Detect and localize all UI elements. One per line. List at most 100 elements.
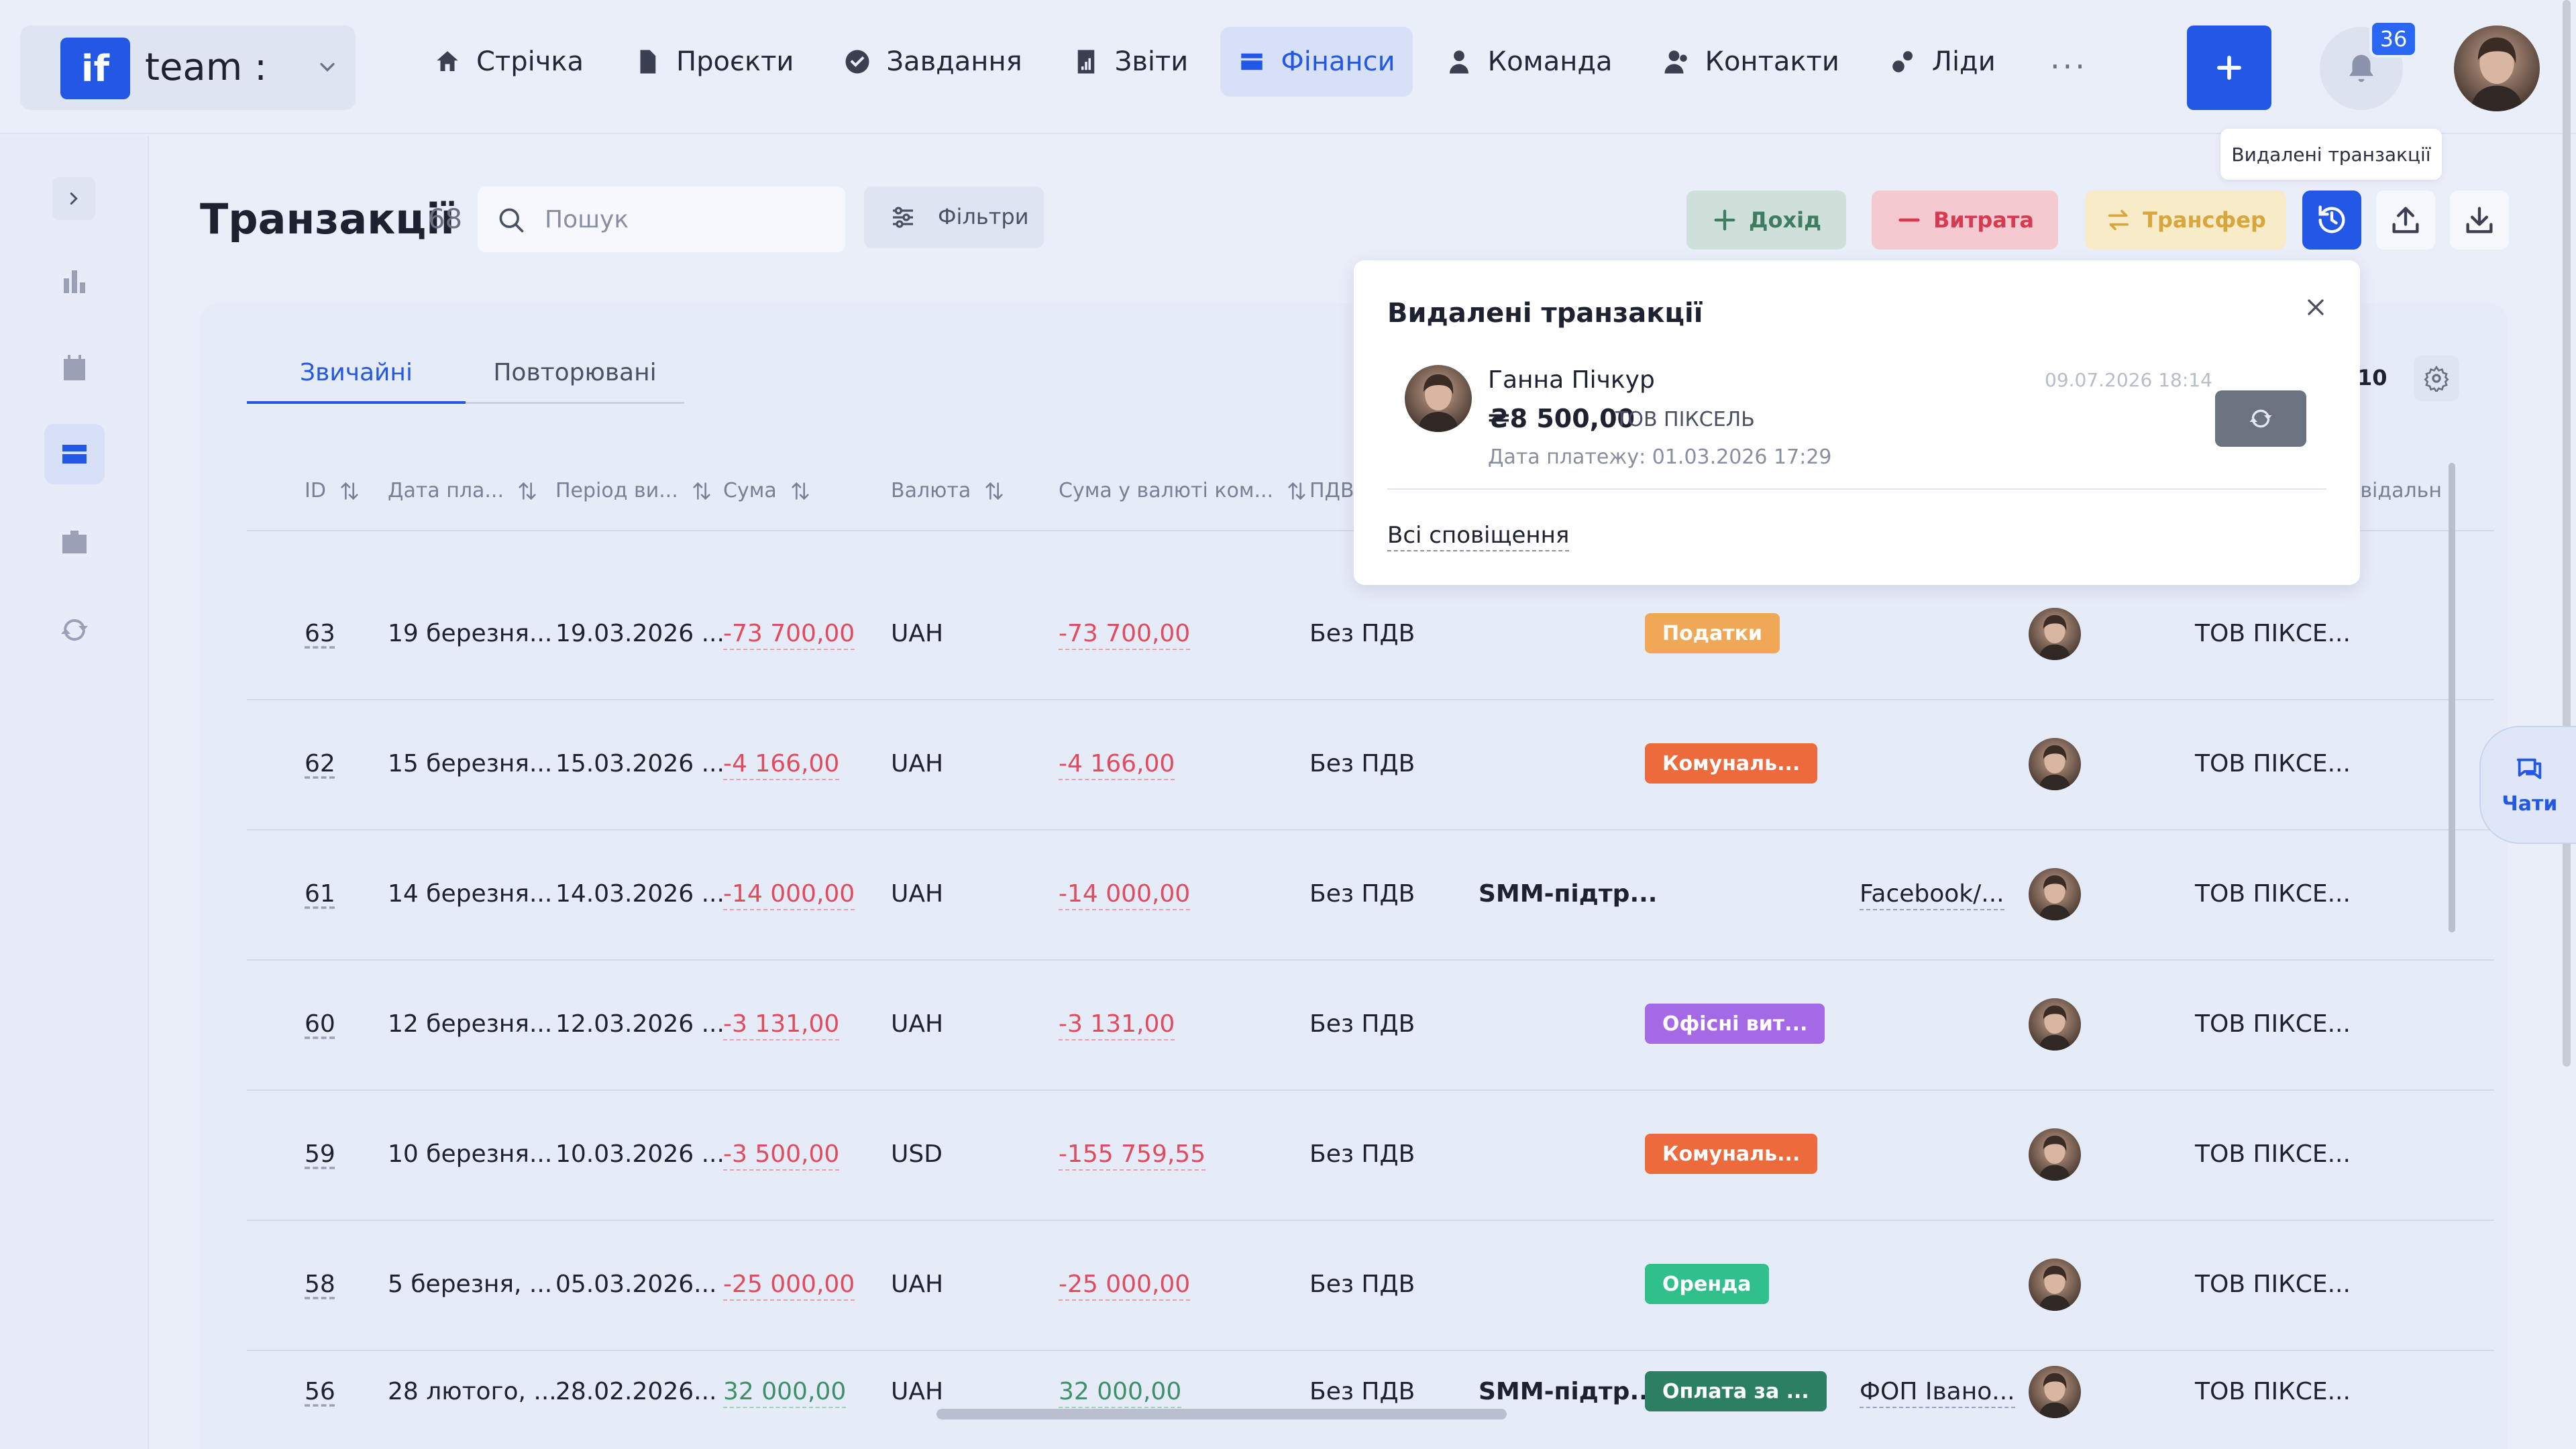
download-button[interactable] bbox=[2450, 191, 2509, 250]
table-settings-button[interactable] bbox=[2414, 356, 2459, 401]
column-header-company-sum[interactable]: Сума у валюті ком... bbox=[1059, 479, 1308, 502]
transaction-id[interactable]: 60 bbox=[305, 1010, 335, 1038]
table-row[interactable]: 58 5 березня, ... 05.03.2026... -25 000,00 U… bbox=[247, 1221, 2494, 1351]
nav-label: Контакти bbox=[1705, 46, 1839, 77]
add-income-button[interactable]: Дохід bbox=[1686, 191, 1846, 250]
nav-item-leads[interactable]: Ліди bbox=[1872, 27, 2013, 97]
column-header-vat[interactable]: ПДВ bbox=[1309, 479, 1354, 502]
amount-company-currency[interactable]: -25 000,00 bbox=[1059, 1271, 1191, 1301]
notifications-badge: 36 bbox=[2369, 20, 2418, 58]
sidebar-item-analytics[interactable] bbox=[44, 251, 105, 311]
deleted-transactions-button[interactable] bbox=[2302, 191, 2361, 250]
table-row[interactable]: 61 14 березня... 14.03.2026 ... -14 000,00 U… bbox=[247, 830, 2494, 961]
avatar bbox=[2029, 868, 2081, 920]
tab-regular[interactable]: Звичайні bbox=[247, 343, 466, 404]
page-title: Транзакції bbox=[200, 195, 455, 244]
transaction-id[interactable]: 58 bbox=[305, 1271, 335, 1298]
upload-button[interactable] bbox=[2376, 191, 2435, 250]
deleted-amount: ₴8 500,00 bbox=[1488, 404, 1635, 433]
amount-company-currency[interactable]: -3 131,00 bbox=[1059, 1010, 1175, 1040]
column-header-id[interactable]: ID bbox=[305, 479, 361, 502]
nav-item-team[interactable]: Команда bbox=[1428, 27, 1630, 97]
amount[interactable]: -3 500,00 bbox=[723, 1140, 840, 1171]
chats-button[interactable]: Чати bbox=[2479, 726, 2576, 844]
sort-icon bbox=[985, 482, 1003, 500]
sidebar-item-transactions[interactable] bbox=[44, 424, 105, 484]
amount-company-currency[interactable]: -73 700,00 bbox=[1059, 620, 1191, 650]
column-header-currency[interactable]: Валюта bbox=[891, 479, 1006, 502]
transaction-id[interactable]: 59 bbox=[305, 1140, 335, 1168]
column-header-responsible[interactable]: овідальн bbox=[2348, 479, 2442, 502]
period: 12.03.2026 ... bbox=[555, 1010, 724, 1038]
nav-item-contacts[interactable]: Контакти bbox=[1645, 27, 1857, 97]
table-row[interactable]: 60 12 березня... 12.03.2026 ... -3 131,00 UA… bbox=[247, 961, 2494, 1091]
workspace-name: team : bbox=[145, 46, 267, 89]
nav-label: Завдання bbox=[886, 46, 1022, 77]
tabs: Звичайні Повторювані bbox=[247, 343, 684, 404]
amount[interactable]: -73 700,00 bbox=[723, 620, 855, 650]
page-scrollbar[interactable] bbox=[2563, 0, 2571, 1067]
sidebar-expand-button[interactable] bbox=[52, 177, 95, 220]
transaction-id[interactable]: 63 bbox=[305, 620, 335, 647]
table-row[interactable]: 59 10 березня... 10.03.2026 ... -3 500,00 US… bbox=[247, 1091, 2494, 1221]
table-row[interactable]: 63 19 березня... 19.03.2026 ... -73 700,00 U… bbox=[247, 570, 2494, 700]
top-bar: if team : Стрічка Проєкти Завдання Звіти… bbox=[0, 0, 2576, 134]
currency: USD bbox=[891, 1140, 943, 1168]
refresh-icon bbox=[61, 619, 88, 641]
nav-item-feed[interactable]: Стрічка bbox=[416, 27, 601, 97]
counterparty[interactable]: ФОП Івано... bbox=[1860, 1378, 2015, 1408]
divider bbox=[1387, 488, 2326, 490]
nav-more-button[interactable]: ··· bbox=[2050, 48, 2088, 85]
sidebar bbox=[0, 136, 149, 1449]
amount-company-currency[interactable]: -4 166,00 bbox=[1059, 750, 1175, 780]
column-header-period[interactable]: Період ви... bbox=[555, 479, 713, 502]
tab-recurring[interactable]: Повторювані bbox=[466, 343, 684, 404]
period: 19.03.2026 ... bbox=[555, 620, 724, 647]
company: ТОВ ПІКСЕ... bbox=[2195, 1378, 2351, 1405]
amount[interactable]: -14 000,00 bbox=[723, 880, 855, 910]
workspace-switcher[interactable]: if team : bbox=[20, 25, 356, 110]
amount[interactable]: -3 131,00 bbox=[723, 1010, 840, 1040]
column-label: Період ви... bbox=[555, 479, 678, 502]
download-icon bbox=[2466, 207, 2493, 233]
counterparty[interactable]: Facebook/... bbox=[1860, 880, 2004, 910]
category-tag: Оплата за ... bbox=[1645, 1371, 1827, 1411]
period: 05.03.2026... bbox=[555, 1271, 717, 1298]
transaction-id[interactable]: 56 bbox=[305, 1378, 335, 1405]
transaction-id[interactable]: 62 bbox=[305, 750, 335, 777]
transfer-icon bbox=[2108, 209, 2129, 231]
column-header-sum[interactable]: Сума bbox=[723, 479, 812, 502]
amount-company-currency[interactable]: 32 000,00 bbox=[1059, 1378, 1182, 1408]
nav-item-finance[interactable]: Фінанси bbox=[1220, 27, 1413, 97]
amount[interactable]: -25 000,00 bbox=[723, 1271, 855, 1301]
search-input[interactable] bbox=[545, 201, 826, 237]
history-icon bbox=[2318, 205, 2345, 233]
amount-company-currency[interactable]: -14 000,00 bbox=[1059, 880, 1191, 910]
column-header-pay-date[interactable]: Дата пла... bbox=[388, 479, 539, 502]
add-transfer-button[interactable]: Трансфер bbox=[2085, 191, 2286, 250]
user-avatar[interactable] bbox=[2454, 25, 2540, 111]
table-row[interactable]: 56 28 лютого, ... 28.02.2026... 32 000,00 UA… bbox=[247, 1350, 2494, 1449]
nav-item-reports[interactable]: Звіти bbox=[1055, 27, 1206, 97]
sidebar-item-recurring[interactable] bbox=[44, 600, 105, 660]
pay-date: 10 березня... bbox=[388, 1140, 553, 1168]
create-button[interactable] bbox=[2187, 25, 2271, 110]
table-vertical-scrollbar[interactable] bbox=[2449, 463, 2455, 932]
restore-button[interactable] bbox=[2215, 390, 2306, 447]
amount-company-currency[interactable]: -155 759,55 bbox=[1059, 1140, 1206, 1171]
sidebar-item-accounts[interactable] bbox=[44, 513, 105, 573]
all-notifications-link[interactable]: Всі сповіщення bbox=[1387, 522, 1570, 551]
horizontal-scrollbar[interactable] bbox=[936, 1409, 1507, 1419]
amount[interactable]: -4 166,00 bbox=[723, 750, 840, 780]
nav-item-tasks[interactable]: Завдання bbox=[826, 27, 1039, 97]
amount[interactable]: 32 000,00 bbox=[723, 1378, 847, 1408]
nav-item-projects[interactable]: Проєкти bbox=[616, 27, 811, 97]
add-expense-button[interactable]: Витрата bbox=[1872, 191, 2058, 250]
filters-button[interactable]: Фільтри bbox=[864, 186, 1044, 248]
table-row[interactable]: 62 15 березня... 15.03.2026 ... -4 166,00 UA… bbox=[247, 700, 2494, 830]
close-icon[interactable] bbox=[2302, 294, 2329, 321]
column-label: Сума bbox=[723, 479, 777, 502]
page-size-value[interactable]: 10 bbox=[2357, 365, 2387, 390]
sidebar-item-calendar[interactable] bbox=[44, 338, 105, 398]
transaction-id[interactable]: 61 bbox=[305, 880, 335, 908]
